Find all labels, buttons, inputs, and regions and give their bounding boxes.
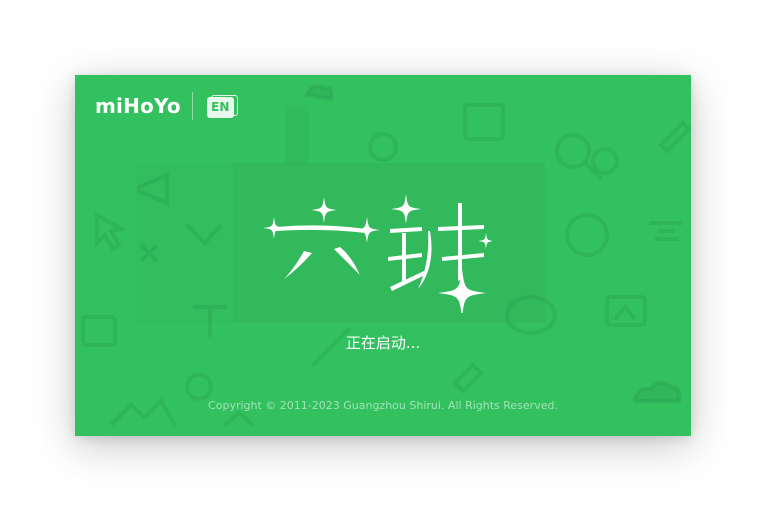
window-icon <box>463 103 505 141</box>
search-icon <box>555 133 591 169</box>
app-logo: 六班 <box>263 194 492 313</box>
language-badge[interactable]: EN <box>206 94 239 118</box>
language-badge-label: EN <box>206 97 234 118</box>
status-text: 正在启动... <box>345 334 421 352</box>
pen-icon <box>658 120 691 154</box>
splash-screen: miHoYo EN 六班 <box>75 75 691 436</box>
brand-logo: miHoYo <box>95 94 181 118</box>
sparkle-icon <box>311 197 337 223</box>
brand-header: miHoYo EN <box>95 92 239 120</box>
palette-icon <box>565 213 609 257</box>
compass-icon <box>368 132 398 162</box>
cursor-icon <box>95 211 127 252</box>
copyright-text: Copyright © 2011-2023 Guangzhou Shirui. … <box>208 399 558 412</box>
gamepad-icon <box>185 373 213 401</box>
brand-divider <box>191 92 193 120</box>
